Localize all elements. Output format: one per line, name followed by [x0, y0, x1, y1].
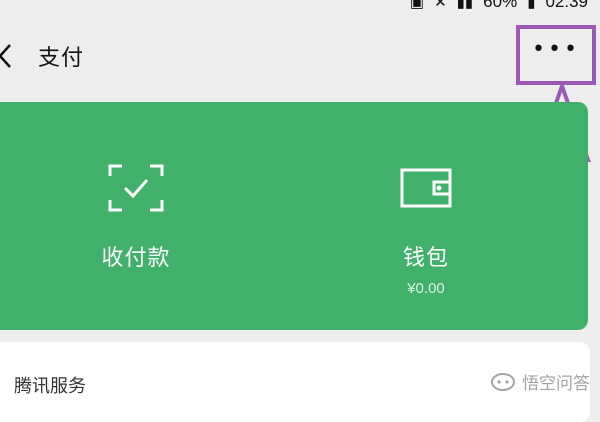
scan-check-icon: [108, 164, 164, 212]
receive-pay-label: 收付款: [101, 246, 171, 271]
page-title: 支付: [38, 46, 85, 71]
watermark-text: 悟空问答: [522, 374, 590, 394]
receive-pay-button[interactable]: 收付款: [36, 102, 236, 330]
header: 支付: [0, 18, 600, 92]
battery-icon: ▮: [527, 0, 536, 11]
nfc-icon: ▣: [409, 0, 425, 11]
signal-icon: ▮▮: [456, 0, 474, 11]
section-title: 腾讯服务: [14, 376, 86, 397]
status-bar: ▣ ✕ ▮▮ 60% ▮ 02:39: [410, 0, 588, 12]
more-button[interactable]: •••: [516, 25, 596, 85]
watermark-logo-icon: [491, 372, 515, 391]
wallet-label: 钱包: [402, 246, 449, 271]
status-time: 02:39: [545, 0, 588, 11]
payment-card: 收付款 钱包 ¥0.00: [0, 102, 588, 330]
more-icon: •••: [532, 37, 580, 62]
mute-icon: ✕: [434, 0, 447, 11]
battery-percent: 60%: [483, 0, 518, 11]
wallet-button[interactable]: 钱包 ¥0.00: [326, 102, 526, 330]
wallet-balance: ¥0.00: [407, 280, 445, 297]
wallet-icon: [400, 168, 452, 208]
back-chevron-icon[interactable]: [0, 41, 22, 71]
watermark: 悟空问答: [490, 369, 590, 394]
